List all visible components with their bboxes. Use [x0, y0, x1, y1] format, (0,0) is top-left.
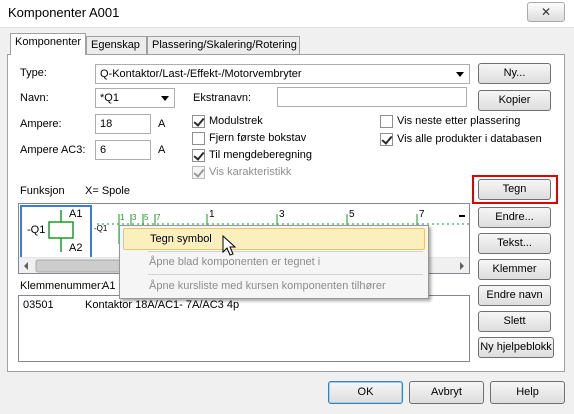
fjern-checkbox[interactable] [192, 132, 205, 145]
ekstranavn-label: Ekstranavn: [193, 92, 252, 104]
funksjon-value: X= Spole [85, 185, 130, 197]
endre-navn-button[interactable]: Endre navn [478, 285, 551, 306]
fjern-label: Fjern første bokstav [209, 132, 307, 144]
funksjon-label: Funksjon [20, 185, 65, 197]
slett-button[interactable]: Slett [478, 311, 551, 332]
scroll-right-icon [460, 262, 464, 270]
kopier-button[interactable]: Kopier [478, 90, 551, 111]
symbol-a1: A1 [69, 208, 83, 220]
contact-label: 3 [132, 213, 137, 222]
tab-komponenter[interactable]: Komponenter [10, 33, 86, 55]
list-item-nr[interactable]: 03501 [23, 299, 54, 311]
vis-alle-label: Vis alle produkter i databasen [397, 133, 542, 145]
ampere-ac3-label: Ampere AC3: [20, 144, 86, 156]
help-button[interactable]: Help [490, 381, 565, 404]
vis-kar-checkbox [192, 166, 205, 179]
ny-button[interactable]: Ny... [478, 63, 551, 84]
context-menu: Tegn symbol Åpne blad komponenten er teg… [119, 225, 429, 299]
til-mengde-checkbox[interactable] [192, 149, 205, 162]
modulstrek-checkbox[interactable] [192, 115, 205, 128]
vis-kar-label: Vis karakteristikk [209, 166, 292, 178]
product-list[interactable]: 03501 Kontaktor 18A/AC1- 7A/AC3 4p [18, 295, 470, 362]
klemmenummer-value: A1 [102, 280, 116, 292]
contact-label: 5 [144, 213, 149, 222]
highlight-box [472, 175, 558, 204]
scroll-thumb [35, 259, 127, 273]
tekst-button[interactable]: Tekst... [478, 233, 551, 254]
ampere-ac3-unit: A [158, 144, 166, 156]
modulstrek-label: Modulstrek [209, 115, 263, 127]
navn-select-value: *Q1 [100, 92, 119, 104]
type-select-value: Q-Kontaktor/Last-/Effekt-/Motorvembryter [100, 68, 302, 80]
mouse-cursor-icon [222, 235, 237, 256]
ampere-input[interactable]: 18 [95, 114, 151, 134]
navn-label: Navn: [20, 92, 49, 104]
ok-button[interactable]: OK [328, 381, 403, 404]
contact-label: 5 [349, 209, 355, 220]
menu-item-apne-blad[interactable]: Åpne blad komponenten er tegnet i [123, 252, 425, 274]
klemmer-button[interactable]: Klemmer [478, 259, 551, 280]
contact-label: 1 [209, 209, 215, 220]
menu-item-apne-kursliste[interactable]: Åpne kursliste med kursen komponenten ti… [123, 276, 425, 298]
scroll-left-icon [24, 262, 28, 270]
vis-neste-label: Vis neste etter plassering [397, 115, 521, 127]
ekstranavn-input[interactable] [277, 87, 467, 107]
title-bar: Komponenter A001 ✕ [0, 0, 574, 28]
endre-button[interactable]: Endre... [478, 207, 551, 228]
window-title: Komponenter A001 [8, 5, 120, 20]
symbol-name: -Q1 [27, 224, 46, 236]
list-item-text[interactable]: Kontaktor 18A/AC1- 7A/AC3 4p [85, 299, 239, 311]
ampere-unit: A [158, 118, 166, 130]
avbryt-button[interactable]: Avbryt [409, 381, 484, 404]
symbol-small-name: -Q1 [94, 224, 108, 233]
contact-label: 7 [419, 209, 425, 220]
contact-label: 7 [156, 213, 161, 222]
coil-symbol [48, 221, 74, 239]
tab-plassering[interactable]: Plassering/Skalering/Rotering [147, 36, 300, 55]
menu-item-tegn-symbol[interactable]: Tegn symbol [123, 228, 425, 250]
menu-separator [148, 274, 423, 275]
type-label: Type: [20, 67, 47, 79]
contact-label: 1 [120, 213, 125, 222]
ampere-ac3-input[interactable]: 6 [95, 140, 151, 160]
close-button[interactable]: ✕ [527, 2, 565, 22]
contact-label: 3 [279, 209, 285, 220]
symbol-a2: A2 [69, 242, 83, 254]
vis-neste-checkbox[interactable] [380, 115, 393, 128]
til-mengde-label: Til mengdeberegning [209, 149, 312, 161]
type-select[interactable]: Q-Kontaktor/Last-/Effekt-/Motorvembryter [95, 64, 470, 84]
klemmenummer-label: Klemmenummer: [20, 280, 104, 292]
vis-alle-checkbox[interactable] [380, 133, 393, 146]
chevron-down-icon [456, 72, 464, 77]
ampere-label: Ampere: [20, 118, 62, 130]
tab-egenskap[interactable]: Egenskap [86, 36, 147, 55]
chevron-down-icon [161, 96, 169, 101]
ny-hjelpeblokk-button[interactable]: Ny hjelpeblokk [478, 337, 554, 358]
navn-select[interactable]: *Q1 [95, 88, 175, 108]
